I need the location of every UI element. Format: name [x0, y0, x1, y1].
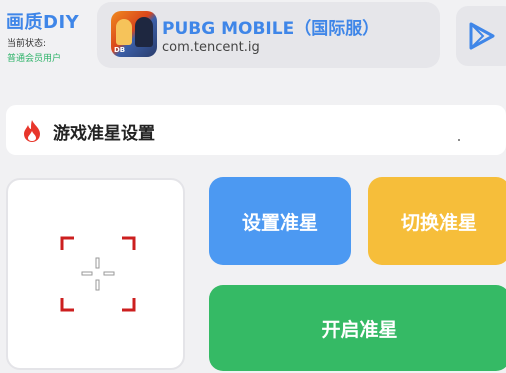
section-title: 游戏准星设置 [53, 124, 155, 144]
app-brand-title: 画质DIY [6, 12, 80, 33]
status-value: 普通会员用户 [7, 54, 62, 64]
fire-icon [24, 120, 40, 142]
switch-crosshair-button[interactable]: 切换准星 [368, 177, 506, 265]
crosshair-settings-header: 游戏准星设置 [6, 105, 506, 155]
set-crosshair-button[interactable]: 设置准星 [209, 177, 351, 265]
section-dot [458, 139, 460, 141]
app-package: com.tencent.ig [162, 40, 260, 55]
pubg-app-icon: DB [111, 11, 157, 57]
start-crosshair-button[interactable]: 开启准星 [209, 285, 506, 371]
launch-game-button[interactable] [456, 6, 506, 66]
play-triangle-icon [469, 22, 495, 50]
game-app-card[interactable]: DB PUBG MOBILE（国际服） com.tencent.ig [97, 2, 440, 68]
crosshair-preview [6, 178, 185, 370]
app-name: PUBG MOBILE（国际服） [162, 19, 380, 39]
status-label: 当前状态: [7, 39, 47, 49]
crosshair-icon [60, 236, 136, 312]
